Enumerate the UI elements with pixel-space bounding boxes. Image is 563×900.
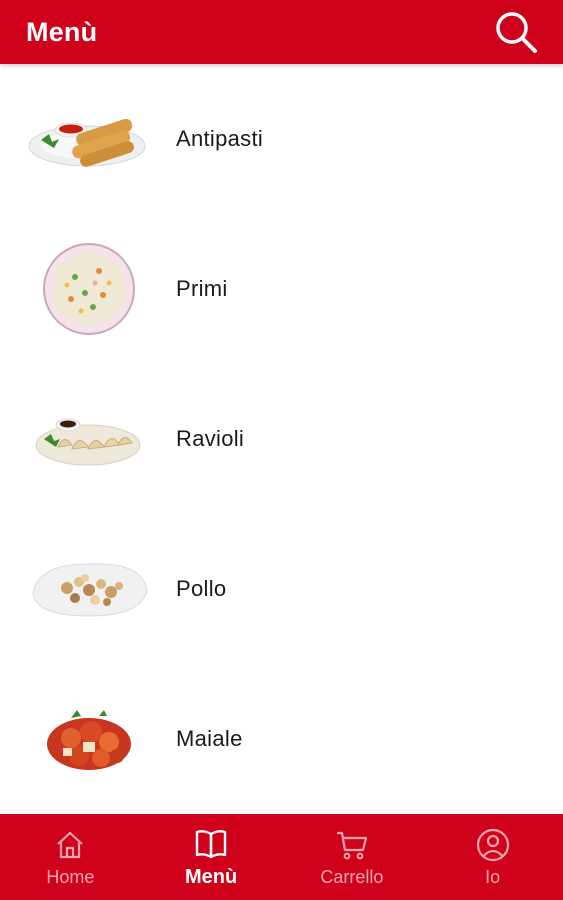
nav-item-profile[interactable]: Io <box>422 814 563 900</box>
menu-item-antipasti[interactable]: Antipasti <box>0 64 563 214</box>
menu-item-ravioli[interactable]: Ravioli <box>0 364 563 514</box>
book-icon <box>195 829 227 858</box>
nav-label-profile: Io <box>485 866 501 887</box>
menu-item-pollo[interactable]: Pollo <box>0 514 563 664</box>
nav-item-menu[interactable]: Menù <box>141 814 282 900</box>
menu-item-label: Ravioli <box>176 426 245 451</box>
primi-image <box>24 239 154 339</box>
nav-label-cart: Carrello <box>320 866 384 887</box>
bottom-navigation: Home Menù Carrello Io <box>0 814 563 900</box>
menu-category-list: Antipasti Primi Ravioli Pollo Maiale <box>0 64 563 814</box>
app-bar: Menù <box>0 0 563 64</box>
antipasti-image <box>24 89 154 189</box>
user-icon <box>476 828 509 861</box>
menu-item-label: Antipasti <box>176 126 264 151</box>
search-icon <box>496 12 537 53</box>
ravioli-image <box>24 389 154 489</box>
menu-item-label: Pollo <box>176 576 227 601</box>
cart-icon <box>336 831 367 859</box>
nav-label-home: Home <box>46 866 95 887</box>
pollo-image <box>24 539 154 639</box>
nav-label-menu: Menù <box>185 865 238 888</box>
nav-item-home[interactable]: Home <box>0 814 141 900</box>
home-icon <box>57 831 84 858</box>
menu-item-maiale[interactable]: Maiale <box>0 664 563 814</box>
maiale-image <box>24 689 154 789</box>
menu-item-primi[interactable]: Primi <box>0 214 563 364</box>
menu-item-label: Maiale <box>176 726 243 751</box>
nav-item-cart[interactable]: Carrello <box>282 814 423 900</box>
menu-item-label: Primi <box>176 276 228 301</box>
search-button[interactable] <box>491 7 541 57</box>
page-title: Menù <box>26 16 98 47</box>
